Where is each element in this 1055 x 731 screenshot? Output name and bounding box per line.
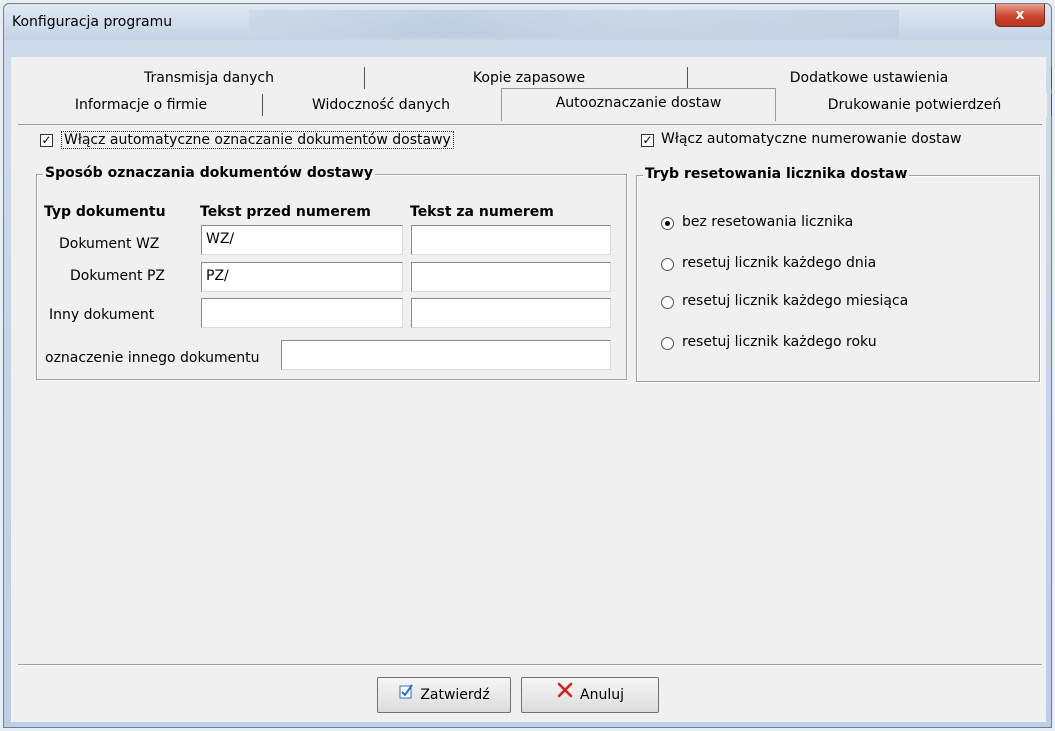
- auto-number-label[interactable]: Włącz automatyczne numerowanie dostaw: [661, 131, 962, 147]
- title-bar[interactable]: Konfiguracja programu x: [4, 4, 1051, 40]
- reset-monthly-label[interactable]: resetuj licznik każdego miesiąca: [682, 293, 908, 309]
- auto-mark-label[interactable]: Włącz automatyczne oznaczanie dokumentów…: [61, 131, 454, 149]
- reset-group-title: Tryb resetowania licznika dostaw: [643, 166, 910, 182]
- reset-daily-label[interactable]: resetuj licznik każdego dnia: [682, 255, 876, 271]
- close-icon: [556, 678, 574, 712]
- tab-dodatkowe-ustawienia[interactable]: Dodatkowe ustawienia: [694, 66, 1044, 90]
- other-before-input[interactable]: [201, 298, 403, 328]
- header-before: Tekst przed numerem: [200, 204, 371, 220]
- header-after: Tekst za numerem: [410, 204, 554, 220]
- auto-number-checkbox[interactable]: ✓: [641, 134, 654, 147]
- tab-separator: [262, 94, 263, 116]
- ok-button-label: Zatwierdź: [420, 687, 490, 703]
- reset-yearly-label[interactable]: resetuj licznik każdego roku: [682, 334, 877, 350]
- reset-daily-radio[interactable]: [661, 258, 674, 271]
- window-title: Konfiguracja programu: [12, 14, 173, 30]
- marking-group-title: Sposób oznaczania dokumentów dostawy: [43, 165, 375, 181]
- ok-button[interactable]: Zatwierdź: [377, 677, 511, 713]
- tab-separator: [364, 67, 365, 89]
- row-label-pz: Dokument PZ: [70, 268, 165, 284]
- tab-widocznosc-danych[interactable]: Widoczność danych: [266, 93, 496, 117]
- cancel-button-label: Anuluj: [580, 687, 624, 703]
- tab-separator: [1051, 94, 1052, 116]
- reset-none-radio[interactable]: [661, 217, 674, 230]
- auto-mark-checkbox[interactable]: ✓: [40, 134, 53, 147]
- wz-after-input[interactable]: [411, 225, 611, 255]
- cancel-button[interactable]: Anuluj: [521, 677, 659, 713]
- reset-none-label[interactable]: bez resetowania licznika: [682, 214, 853, 230]
- tab-transmisja-danych[interactable]: Transmisja danych: [44, 66, 374, 90]
- confirm-icon: [398, 678, 414, 712]
- tab-drukowanie-potwierdzen[interactable]: Drukowanie potwierdzeń: [782, 93, 1047, 117]
- reset-yearly-radio[interactable]: [661, 337, 674, 350]
- other-after-input[interactable]: [411, 298, 611, 328]
- tab-informacje-o-firmie[interactable]: Informacje o firmie: [26, 93, 256, 117]
- tab-separator: [687, 67, 688, 89]
- config-window: Konfiguracja programu x Transmisja danyc…: [3, 3, 1052, 728]
- tab-kopie-zapasowe[interactable]: Kopie zapasowe: [369, 66, 689, 90]
- other-doc-input[interactable]: [281, 340, 611, 370]
- row-label-other: Inny dokument: [49, 307, 155, 323]
- reset-group: Tryb resetowania licznika dostaw: [636, 166, 1040, 382]
- pz-after-input[interactable]: [411, 262, 611, 292]
- other-doc-label: oznaczenie innego dokumentu: [45, 350, 260, 366]
- tab-separator: [1051, 67, 1052, 89]
- row-label-wz: Dokument WZ: [59, 236, 160, 252]
- wz-before-input[interactable]: WZ/: [201, 225, 403, 255]
- button-bar-divider: [18, 664, 1042, 666]
- pz-before-input[interactable]: PZ/: [201, 262, 403, 292]
- header-type: Typ dokumentu: [44, 204, 166, 220]
- close-button[interactable]: x: [995, 4, 1045, 27]
- title-bar-background: [249, 10, 899, 38]
- tab-autooznaczanie-dostaw[interactable]: Autooznaczanie dostaw: [501, 88, 776, 121]
- reset-monthly-radio[interactable]: [661, 296, 674, 309]
